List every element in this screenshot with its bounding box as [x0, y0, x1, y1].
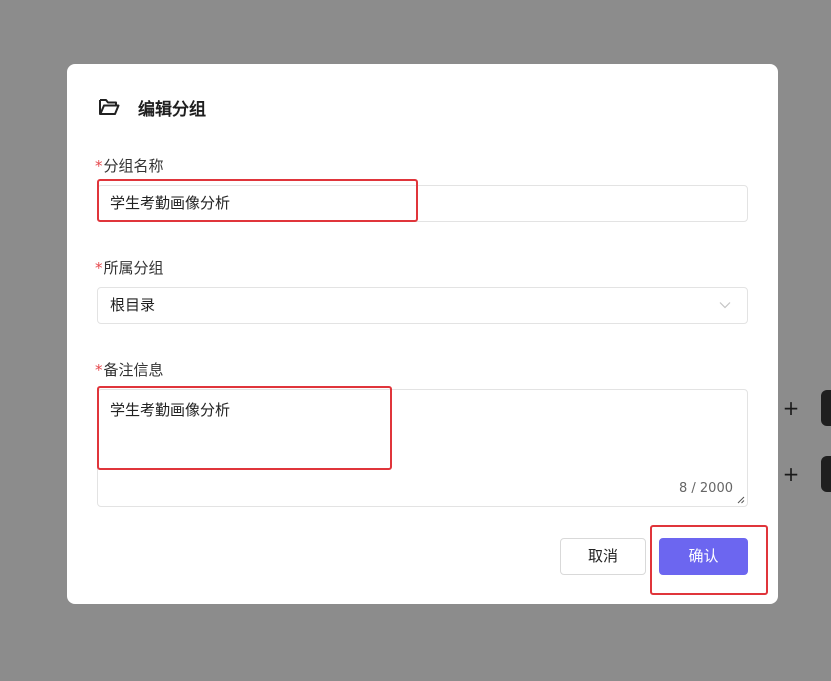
- group-name-value: 学生考勤画像分析: [110, 194, 231, 212]
- dialog-title: 编辑分组: [138, 99, 206, 120]
- add-icon: +: [782, 462, 800, 486]
- dialog-header: 编辑分组: [98, 95, 206, 120]
- parent-group-label-text: 所属分组: [103, 259, 164, 277]
- chevron-down-icon: [719, 302, 731, 309]
- remark-label-text: 备注信息: [103, 361, 164, 379]
- folder-open-icon: [99, 99, 120, 115]
- parent-group-select[interactable]: 根目录: [97, 287, 748, 324]
- parent-group-label: *所属分组: [95, 257, 164, 278]
- confirm-button[interactable]: 确认: [659, 538, 748, 575]
- char-counter: 8 / 2000: [679, 481, 733, 496]
- remark-textarea[interactable]: 学生考勤画像分析 8 / 2000: [97, 389, 748, 507]
- background-panel: [821, 390, 831, 426]
- background-panel: [821, 456, 831, 492]
- parent-group-value: 根目录: [110, 296, 156, 314]
- resize-handle-icon[interactable]: [737, 496, 745, 504]
- cancel-button[interactable]: 取消: [560, 538, 646, 575]
- required-mark: *: [95, 259, 103, 277]
- remark-value: 学生考勤画像分析: [110, 401, 231, 419]
- add-icon: +: [782, 396, 800, 420]
- required-mark: *: [95, 157, 103, 175]
- required-mark: *: [95, 361, 103, 379]
- group-name-label-text: 分组名称: [103, 157, 164, 175]
- edit-group-dialog: 编辑分组 *分组名称 学生考勤画像分析 *所属分组 根目录 *备注信息 学生考勤…: [67, 64, 778, 604]
- group-name-label: *分组名称: [95, 155, 164, 176]
- group-name-input[interactable]: 学生考勤画像分析: [97, 185, 748, 222]
- remark-label: *备注信息: [95, 359, 164, 380]
